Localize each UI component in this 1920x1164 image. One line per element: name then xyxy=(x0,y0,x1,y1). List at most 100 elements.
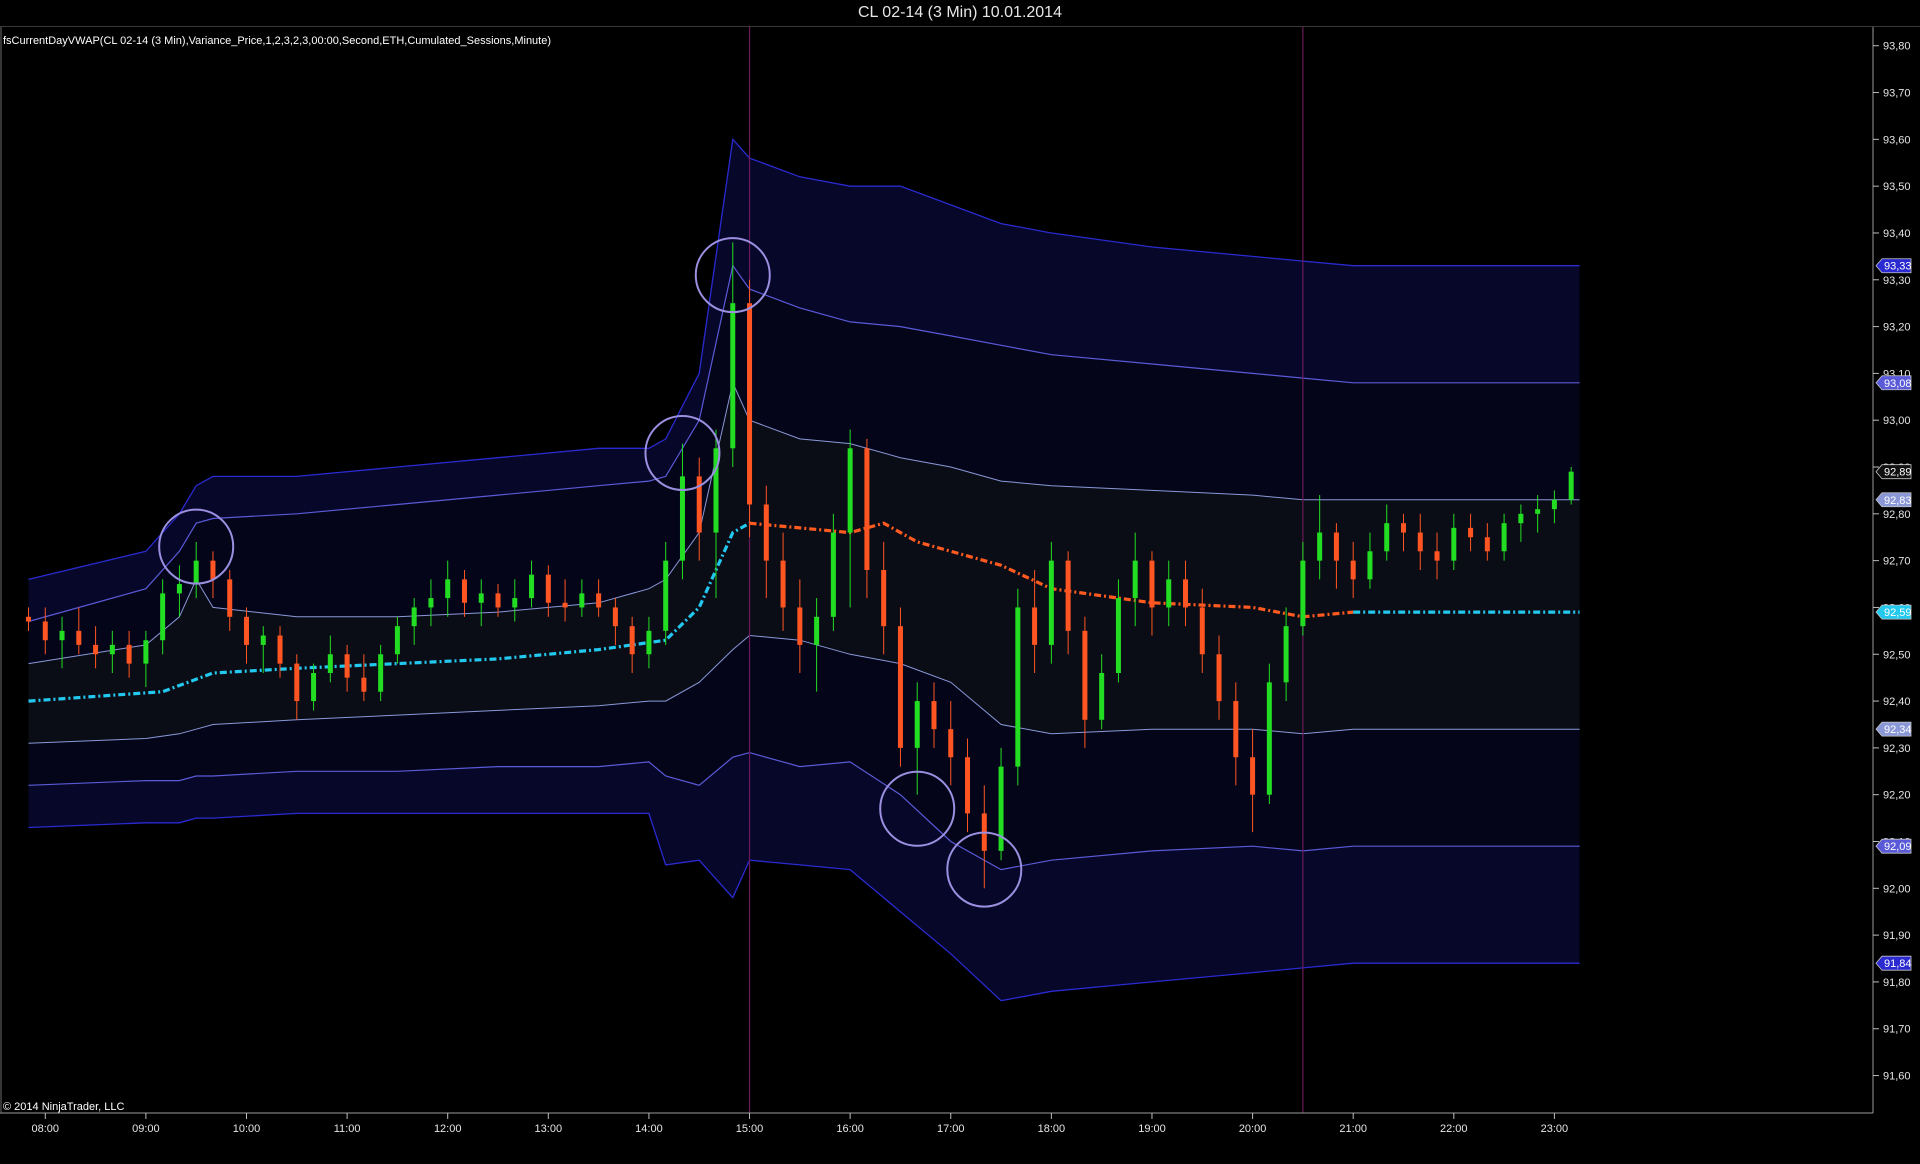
candle-body xyxy=(109,644,115,655)
candle-body xyxy=(1367,551,1373,580)
y-tick-label: 93,70 xyxy=(1883,88,1911,100)
candle-body xyxy=(361,677,367,692)
candle-body xyxy=(646,630,652,655)
y-tick-label: 91,60 xyxy=(1883,1071,1911,1083)
candle-body xyxy=(512,598,518,608)
candle-body xyxy=(478,593,484,603)
price-chart[interactable]: 93,8093,7093,6093,5093,4093,3093,2093,10… xyxy=(0,27,1920,1159)
x-tick-label: 11:00 xyxy=(334,1123,361,1135)
candle-body xyxy=(629,626,635,655)
candle-body xyxy=(897,626,903,748)
y-tick-label: 92,50 xyxy=(1883,649,1911,661)
candle-body xyxy=(260,635,266,645)
x-tick-label: 22:00 xyxy=(1440,1123,1468,1135)
indicator-label: fsCurrentDayVWAP(CL 02-14 (3 Min),Varian… xyxy=(3,35,551,47)
candle-body xyxy=(1115,598,1121,673)
y-tick-label: 92,20 xyxy=(1883,790,1911,802)
candle-body xyxy=(428,598,434,608)
candle-body xyxy=(1082,630,1088,720)
candle-body xyxy=(26,616,32,622)
x-tick-label: 16:00 xyxy=(836,1123,864,1135)
candle-body xyxy=(227,579,233,617)
candle-body xyxy=(965,757,971,814)
price-tag-label: 92,59 xyxy=(1884,607,1912,619)
y-tick-label: 93,40 xyxy=(1883,228,1911,240)
chart-area[interactable]: 93,80 93,70 93,60 93,50 93,40 93,30 93,20 93,10… xyxy=(0,27,1920,1159)
candle-body xyxy=(797,607,803,645)
candle-body xyxy=(1233,701,1239,758)
price-tag-label: 92,83 xyxy=(1884,495,1912,507)
candle-body xyxy=(1451,527,1457,561)
price-tag-label: 93,33 xyxy=(1884,261,1912,273)
x-tick-label: 12:00 xyxy=(434,1123,462,1135)
candle-body xyxy=(160,593,166,641)
price-tag-label: 91,84 xyxy=(1884,958,1912,970)
candle-body xyxy=(1132,560,1138,599)
candle-body xyxy=(612,607,618,627)
candle-body xyxy=(1300,560,1306,627)
candle-body xyxy=(1501,523,1507,552)
candle-body xyxy=(243,616,249,645)
price-tag-label: 92,09 xyxy=(1884,841,1912,853)
x-tick-label: 10:00 xyxy=(233,1123,261,1135)
candle-body xyxy=(529,574,535,599)
candle-body xyxy=(394,626,400,655)
candle-body xyxy=(327,654,333,673)
candle-body xyxy=(763,504,769,561)
x-tick-label: 19:00 xyxy=(1138,1123,1166,1135)
candle-body xyxy=(1065,560,1071,631)
candle-body xyxy=(1518,513,1524,524)
window-title: CL 02-14 (3 Min) 10.01.2014 xyxy=(0,0,1920,27)
candle-body xyxy=(830,532,836,617)
y-tick-label: 93,20 xyxy=(1883,322,1911,334)
candle-body xyxy=(1568,471,1574,500)
candle-body xyxy=(814,616,820,645)
candle-body xyxy=(193,560,199,585)
price-tag-label: 93,08 xyxy=(1884,378,1912,390)
candle-body xyxy=(1099,672,1105,720)
candle-body xyxy=(59,630,65,641)
candle-body xyxy=(881,570,887,627)
candle-body xyxy=(143,640,149,664)
candle-body xyxy=(126,644,132,664)
x-tick-label: 09:00 xyxy=(132,1123,160,1135)
candle-body xyxy=(914,701,920,748)
candle-body xyxy=(378,654,384,692)
candle-body xyxy=(1166,579,1172,608)
candle-body xyxy=(344,654,350,678)
candle-body xyxy=(1015,607,1021,767)
y-tick-label: 93,30 xyxy=(1883,275,1911,287)
y-tick-label: 91,70 xyxy=(1883,1024,1911,1036)
candle-body xyxy=(1266,682,1272,795)
y-tick-label: 93,60 xyxy=(1883,134,1911,146)
copyright-text: © 2014 NinjaTrader, LLC xyxy=(3,1101,124,1113)
candle-body xyxy=(1434,551,1440,561)
candle-body xyxy=(1216,654,1222,702)
candle-body xyxy=(1317,532,1323,561)
candle-body xyxy=(1333,532,1339,561)
x-tick-label: 23:00 xyxy=(1541,1123,1569,1135)
candle-body xyxy=(780,560,786,608)
candle-body xyxy=(1400,523,1406,533)
candle-body xyxy=(1551,499,1557,510)
candle-body xyxy=(1149,560,1155,608)
candle-body xyxy=(76,630,82,645)
candle-body xyxy=(663,560,669,631)
candle-body xyxy=(596,593,602,608)
candle-body xyxy=(1032,607,1038,645)
candle-body xyxy=(562,602,568,608)
candle-body xyxy=(931,701,937,730)
candle-body xyxy=(1484,537,1490,552)
candle-body xyxy=(747,303,753,505)
candle-body xyxy=(864,448,870,570)
candle-body xyxy=(847,448,853,533)
x-tick-label: 18:00 xyxy=(1038,1123,1066,1135)
candle-body xyxy=(411,607,417,627)
candle-body xyxy=(1199,607,1205,655)
candle-body xyxy=(730,303,736,449)
candle-body xyxy=(1250,757,1256,795)
y-tick-label: 91,80 xyxy=(1883,977,1911,989)
candle-body xyxy=(1417,532,1423,552)
y-tick-label: 93,00 xyxy=(1883,415,1911,427)
candle-body xyxy=(1183,579,1189,608)
